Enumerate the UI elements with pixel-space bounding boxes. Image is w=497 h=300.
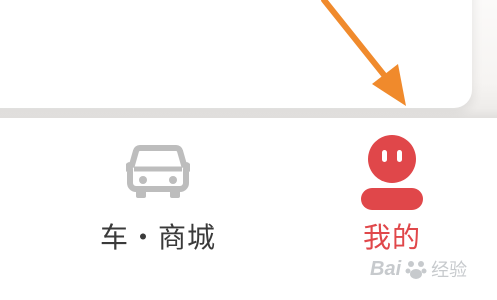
tab-mine-label: 我的 bbox=[362, 221, 421, 254]
content-area bbox=[0, 0, 497, 118]
orange-arrow-icon bbox=[321, 0, 406, 106]
watermark-suffix: 经验 bbox=[431, 260, 468, 281]
app-screen: 车・商城 我的 Bai 经验 bbox=[0, 0, 497, 300]
tab-car-mall-label: 车・商城 bbox=[99, 221, 216, 254]
paw-icon bbox=[405, 261, 427, 279]
profile-icon bbox=[361, 135, 423, 210]
baidu-jingyan-watermark: Bai 经验 bbox=[370, 254, 467, 284]
watermark-brand: Bai bbox=[370, 257, 402, 280]
tab-car-mall[interactable]: 车・商城 bbox=[58, 118, 258, 300]
car-icon bbox=[126, 145, 190, 198]
